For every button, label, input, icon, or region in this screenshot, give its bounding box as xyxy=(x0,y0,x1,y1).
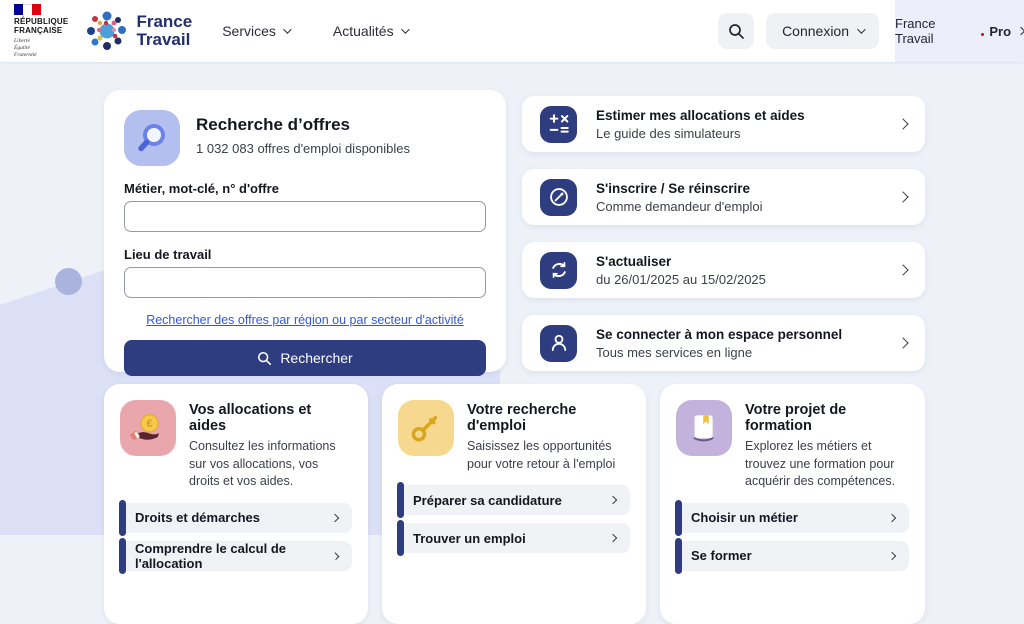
projet-formation-card: Votre projet de formation Explorez les m… xyxy=(660,384,925,624)
key-icon xyxy=(398,400,454,456)
offers-count: 1 032 083 offres d'emploi disponibles xyxy=(196,141,410,156)
france-travail-dots-icon xyxy=(84,8,130,54)
item-label: Trouver un emploi xyxy=(413,531,526,546)
chevron-right-icon xyxy=(897,337,908,348)
french-flag-icon xyxy=(14,4,41,15)
recherche-emploi-card: Votre recherche d'emploi Saisissez les o… xyxy=(382,384,646,624)
connexion-button[interactable]: Connexion xyxy=(766,13,879,49)
connexion-label: Connexion xyxy=(782,23,849,39)
search-icon xyxy=(728,23,745,40)
chevron-right-icon xyxy=(331,513,339,521)
job-keyword-input[interactable] xyxy=(124,201,486,232)
compass-icon xyxy=(540,179,577,216)
main-nav: Services Actualités xyxy=(222,23,406,39)
red-dot-icon xyxy=(981,33,984,36)
chevron-right-icon xyxy=(609,496,617,504)
search-icon xyxy=(257,351,272,366)
chevron-right-icon xyxy=(888,551,896,559)
calculator-icon xyxy=(540,106,577,143)
chevron-right-icon xyxy=(897,264,908,275)
job-keyword-label: Métier, mot-clé, n° d'offre xyxy=(124,181,486,196)
category-title: Vos allocations et aides xyxy=(189,400,352,434)
work-location-label: Lieu de travail xyxy=(124,247,486,262)
liberte-egalite-fraternite-label: LibertéÉgalitéFraternité xyxy=(14,38,68,59)
pro-link[interactable]: France Travail Pro xyxy=(895,0,1024,62)
item-label: Se former xyxy=(691,548,752,563)
quick-link-subtitle: du 26/01/2025 au 15/02/2025 xyxy=(596,272,766,287)
chevron-right-icon xyxy=(888,513,896,521)
link-trouver-un-emploi[interactable]: Trouver un emploi xyxy=(398,523,630,553)
chevron-right-icon xyxy=(897,118,908,129)
quick-link-estimer-allocations[interactable]: Estimer mes allocations et aides Le guid… xyxy=(522,96,925,152)
header-right: Connexion France Travail Pro xyxy=(718,0,1024,62)
background-circle-decor xyxy=(55,268,82,295)
link-choisir-un-metier[interactable]: Choisir un métier xyxy=(676,503,909,533)
quick-link-title: Estimer mes allocations et aides xyxy=(596,108,805,123)
header: RÉPUBLIQUEFRANÇAISE LibertéÉgalitéFrater… xyxy=(0,0,1024,62)
chevron-right-icon xyxy=(609,534,617,542)
category-title: Votre projet de formation xyxy=(745,400,909,434)
category-description: Saisissez les opportunités pour votre re… xyxy=(467,438,630,473)
chevron-down-icon xyxy=(283,25,291,33)
quick-link-actualiser[interactable]: S'actualiser du 26/01/2025 au 15/02/2025 xyxy=(522,242,925,298)
item-label: Choisir un métier xyxy=(691,510,798,525)
category-description: Consultez les informations sur vos alloc… xyxy=(189,438,352,491)
chevron-right-icon xyxy=(1017,27,1024,35)
quick-link-subtitle: Comme demandeur d'emploi xyxy=(596,199,763,214)
chevron-down-icon xyxy=(401,25,409,33)
quick-link-title: S'actualiser xyxy=(596,254,766,269)
search-submit-button[interactable]: Rechercher xyxy=(124,340,486,376)
person-icon xyxy=(540,325,577,362)
quick-link-subtitle: Le guide des simulateurs xyxy=(596,126,805,141)
pro-link-bold: Pro xyxy=(989,24,1011,39)
book-icon xyxy=(676,400,732,456)
chevron-down-icon xyxy=(857,25,865,33)
link-se-former[interactable]: Se former xyxy=(676,541,909,571)
allocations-card: € Vos allocations et aides Consultez les… xyxy=(104,384,368,624)
item-label: Droits et démarches xyxy=(135,510,260,525)
nav-actualites-label: Actualités xyxy=(333,23,394,39)
item-label: Préparer sa candidature xyxy=(413,493,562,508)
quick-link-subtitle: Tous mes services en ligne xyxy=(596,345,842,360)
nav-services-label: Services xyxy=(222,23,276,39)
quick-link-inscription[interactable]: S'inscrire / Se réinscrire Comme demande… xyxy=(522,169,925,225)
euro-hand-icon: € xyxy=(120,400,176,456)
work-location-input[interactable] xyxy=(124,267,486,298)
refresh-icon xyxy=(540,252,577,289)
france-travail-logo[interactable]: FranceTravail xyxy=(84,8,192,54)
quick-link-espace-personnel[interactable]: Se connecter à mon espace personnel Tous… xyxy=(522,315,925,371)
link-droits-et-demarches[interactable]: Droits et démarches xyxy=(120,503,352,533)
link-comprendre-le-calcul[interactable]: Comprendre le calcul de l'allocation xyxy=(120,541,352,571)
search-submit-label: Rechercher xyxy=(280,350,352,366)
search-by-region-link[interactable]: Rechercher des offres par région ou par … xyxy=(124,313,486,327)
search-card-title: Recherche d’offres xyxy=(196,115,410,135)
republique-francaise-label: RÉPUBLIQUEFRANÇAISE xyxy=(14,17,68,36)
gouv-logo[interactable]: RÉPUBLIQUEFRANÇAISE LibertéÉgalitéFrater… xyxy=(14,4,68,59)
item-label: Comprendre le calcul de l'allocation xyxy=(135,541,333,571)
nav-services[interactable]: Services xyxy=(222,23,289,39)
category-title: Votre recherche d'emploi xyxy=(467,400,630,434)
search-offers-icon xyxy=(124,110,180,166)
chevron-right-icon xyxy=(897,191,908,202)
offer-search-card: Recherche d’offres 1 032 083 offres d'em… xyxy=(104,90,506,372)
svg-text:€: € xyxy=(147,418,153,430)
france-travail-wordmark: FranceTravail xyxy=(136,13,192,49)
link-preparer-sa-candidature[interactable]: Préparer sa candidature xyxy=(398,485,630,515)
category-description: Explorez les métiers et trouvez une form… xyxy=(745,438,909,491)
nav-actualites[interactable]: Actualités xyxy=(333,23,407,39)
quick-link-title: S'inscrire / Se réinscrire xyxy=(596,181,763,196)
header-search-button[interactable] xyxy=(718,13,754,49)
pro-link-prefix: France Travail xyxy=(895,16,976,46)
quick-link-title: Se connecter à mon espace personnel xyxy=(596,327,842,342)
